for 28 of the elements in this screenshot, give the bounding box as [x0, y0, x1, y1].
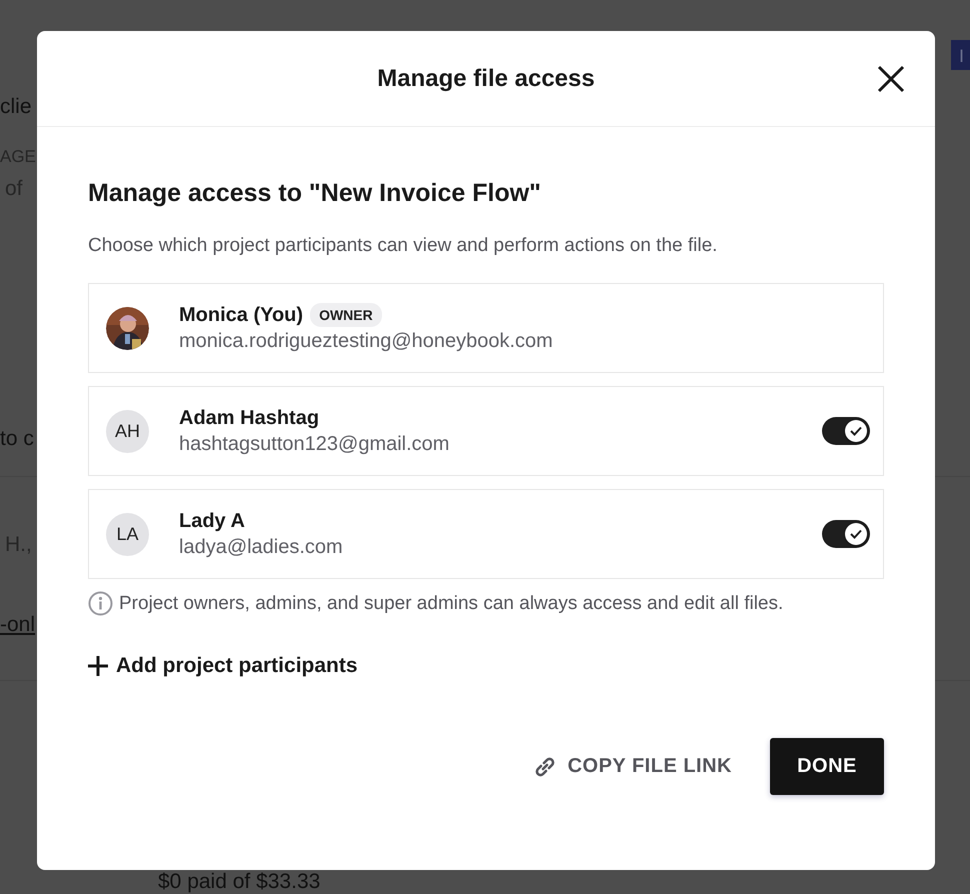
info-note: Project owners, admins, and super admins can always access and edit all files.	[119, 592, 784, 614]
check-icon	[850, 426, 862, 436]
participant-email: monica.rodrigueztesting@honeybook.com	[179, 330, 554, 353]
participant-name: Lady A	[179, 510, 245, 532]
participant-name: Adam Hashtag	[179, 406, 320, 430]
page-text: $0 paid of $33.33	[158, 871, 320, 894]
link-icon	[534, 756, 556, 778]
page-text: clie	[0, 96, 32, 118]
avatar-initials: AH	[106, 410, 149, 452]
description: Choose which project participants can view and perform actions on the file.	[88, 235, 718, 257]
participant-email: hashtagsutton123@gmail.com	[179, 432, 450, 456]
toggle-switch[interactable]	[822, 417, 870, 445]
participant-name: Monica (You)	[179, 304, 304, 326]
info-icon	[88, 591, 113, 616]
done-button[interactable]: DONE	[770, 738, 884, 795]
participant-email: ladya@ladies.com	[179, 536, 344, 558]
close-icon	[877, 65, 905, 93]
section-heading: Manage access to "New Invoice Flow"	[88, 179, 542, 208]
toggle-switch[interactable]	[822, 520, 870, 548]
plus-icon	[88, 656, 108, 676]
page-text: to c	[0, 428, 34, 450]
avatar-initials: LA	[106, 512, 149, 556]
modal-title: Manage file access	[377, 64, 595, 92]
owner-badge: OWNER	[310, 303, 382, 327]
copy-link-button[interactable]: COPY FILE LINK	[534, 755, 732, 778]
close-button[interactable]	[877, 65, 905, 93]
add-participants-button[interactable]: Add project participants	[88, 654, 358, 678]
check-icon	[850, 529, 862, 539]
